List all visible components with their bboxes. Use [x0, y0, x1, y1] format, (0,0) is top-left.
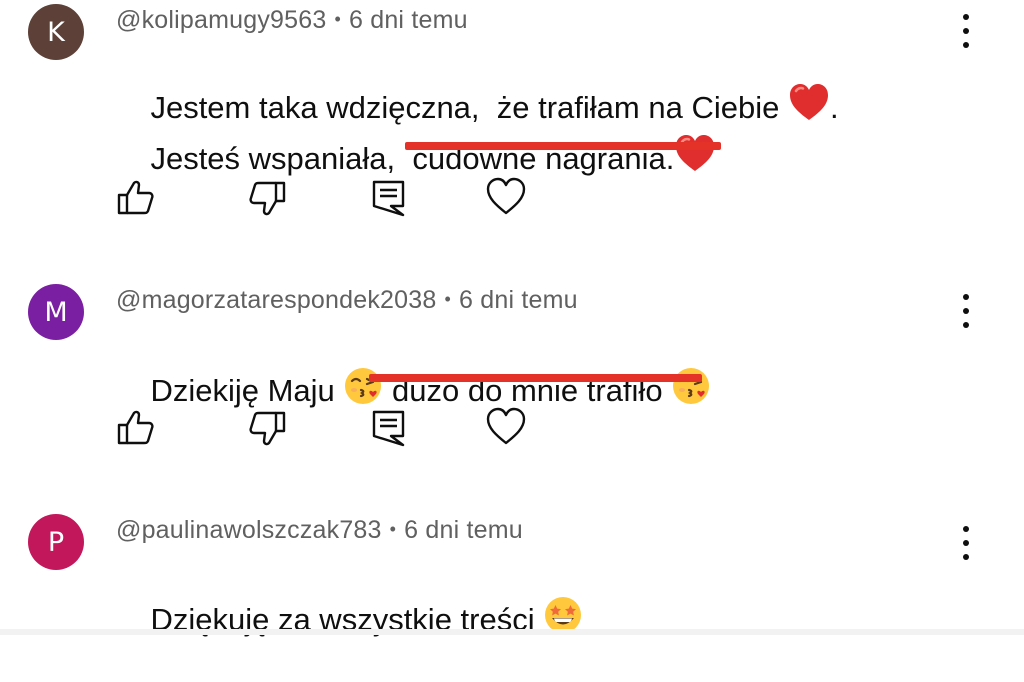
meta-separator: • [389, 519, 397, 539]
comment-2: M @magorzatarespondek2038 • 6 dni temu Dzi… [0, 280, 1024, 470]
comment-meta: @kolipamugy9563 • 6 dni temu [116, 6, 468, 35]
red-underline [369, 374, 702, 382]
comment-text: Jesteś wspaniała, [150, 141, 413, 177]
comment-text-line-1: Dziekiję Maju dużo do mnie trafiło [116, 333, 711, 453]
more-vert-icon[interactable] [958, 14, 974, 48]
comment-time[interactable]: 6 dni temu [459, 286, 578, 314]
reply-icon[interactable] [369, 408, 409, 448]
comment-text: Dziekiję Maju [150, 373, 344, 409]
comment-1: K @kolipamugy9563 • 6 dni temu Jestem taka… [0, 0, 1024, 230]
more-vert-icon[interactable] [958, 294, 974, 328]
bottom-divider [0, 629, 1024, 635]
reply-icon[interactable] [369, 178, 409, 218]
red-underline [405, 142, 721, 150]
comment-author[interactable]: @kolipamugy9563 [116, 6, 326, 34]
comment-time[interactable]: 6 dni temu [349, 6, 468, 34]
comment-text-end: . [829, 90, 839, 126]
meta-separator: • [444, 289, 451, 309]
heart-icon[interactable] [485, 176, 526, 216]
dislike-icon[interactable] [247, 408, 287, 448]
avatar-letter: P [47, 526, 65, 558]
comment-meta: @magorzatarespondek2038 • 6 dni temu [116, 286, 578, 315]
comment-meta: @paulinawolszczak783 • 6 dni temu [116, 516, 523, 545]
avatar[interactable]: K [28, 4, 84, 60]
heart-emoji-icon [788, 83, 830, 131]
dislike-icon[interactable] [247, 178, 287, 218]
more-vert-icon[interactable] [958, 526, 974, 560]
like-icon[interactable] [116, 408, 156, 448]
avatar-letter: M [44, 296, 68, 328]
meta-separator: • [334, 9, 341, 29]
comment-time[interactable]: 6 dni temu [404, 516, 523, 544]
comment-text-line-1: Dziękuję za wszystkie treści [116, 562, 583, 682]
comment-author[interactable]: @paulinawolszczak783 [116, 516, 382, 544]
avatar-letter: K [47, 16, 65, 48]
comment-author[interactable]: @magorzatarespondek2038 [116, 286, 436, 314]
comment-3: P @paulinawolszczak783 • 6 dni temu Dzięku… [0, 510, 1024, 637]
avatar[interactable]: P [28, 514, 84, 570]
star-struck-emoji-icon [543, 595, 583, 643]
comment-text-line-2: Jesteś wspaniała, cudowne nagrania. [116, 101, 716, 221]
avatar[interactable]: M [28, 284, 84, 340]
heart-icon[interactable] [485, 406, 526, 446]
like-icon[interactable] [116, 178, 156, 218]
